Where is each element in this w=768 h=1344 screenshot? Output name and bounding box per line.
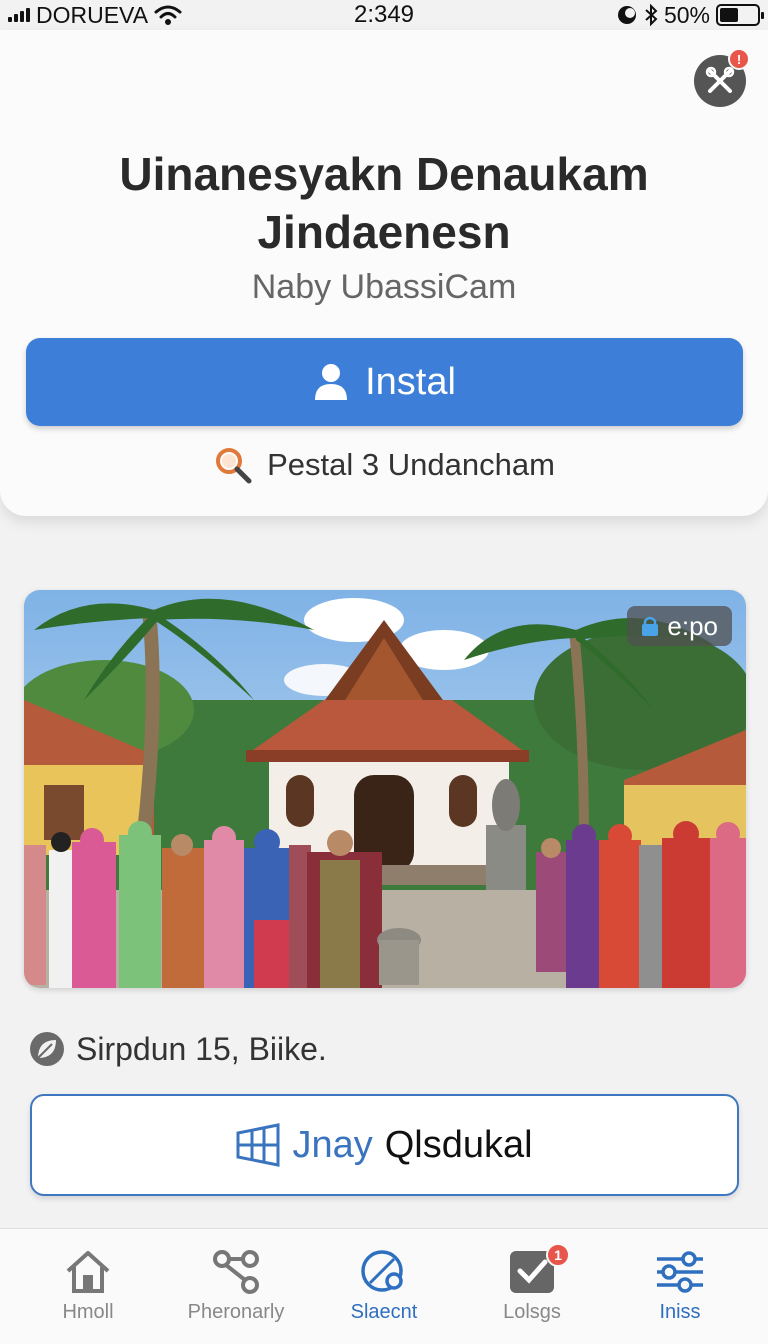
carrier-name: DORUEVA xyxy=(36,1,149,28)
app-header-card: ! Uinanesyakn Denaukam Jindaenesn Naby U… xyxy=(0,30,768,516)
search-row[interactable]: Pestal 3 Undancham xyxy=(40,442,728,488)
meta-text: Sirpdun 15, Biike. xyxy=(76,1030,327,1067)
signal-icon xyxy=(8,8,30,22)
notification-badge: ! xyxy=(728,48,750,70)
compass-search-icon xyxy=(361,1250,403,1292)
tab-bar: Hmoll Pheronarly Slaecnt 1 Lolsgs Iniss xyxy=(0,1228,768,1344)
leaf-icon xyxy=(30,1032,64,1066)
tab-label: Hmoll xyxy=(62,1301,114,1323)
tab-badge: 1 xyxy=(546,1243,570,1267)
tab-label: Pheronarly xyxy=(187,1301,285,1323)
status-right: 50% xyxy=(616,1,764,29)
tab-label: Slaecnt xyxy=(350,1301,418,1323)
app-developer[interactable]: Naby UbassiCam xyxy=(40,268,728,307)
home-icon xyxy=(66,1251,110,1293)
lock-icon xyxy=(642,616,659,636)
tab-search[interactable]: Slaecnt xyxy=(318,1229,450,1344)
focus-mode-icon xyxy=(617,6,636,24)
tab-settings[interactable]: Iniss xyxy=(614,1229,746,1344)
open-label-secondary: Qlsdukal xyxy=(384,1123,533,1166)
search-icon xyxy=(216,448,252,484)
user-icon xyxy=(315,364,348,400)
search-text: Pestal 3 Undancham xyxy=(267,447,555,482)
tab-home[interactable]: Hmoll xyxy=(22,1229,154,1344)
village-scene-illustration xyxy=(24,590,746,988)
battery-fill xyxy=(720,8,738,22)
meta-row: Sirpdun 15, Biike. xyxy=(28,1028,327,1070)
battery-percent: 50% xyxy=(663,1,710,28)
app-screenshot-image[interactable]: e:po xyxy=(24,590,746,988)
status-left: DORUEVA xyxy=(8,2,182,29)
open-label-primary: Jnay xyxy=(292,1123,373,1166)
bluetooth-icon xyxy=(645,4,658,26)
tab-updates[interactable]: 1 Lolsgs xyxy=(466,1229,598,1344)
tab-label: Iniss xyxy=(659,1301,701,1323)
install-button[interactable]: Instal xyxy=(26,338,743,426)
sliders-icon xyxy=(657,1251,703,1293)
photo-badge-text: e:po xyxy=(667,610,718,641)
photo-badge: e:po xyxy=(627,606,732,646)
tab-personality[interactable]: Pheronarly xyxy=(170,1229,302,1344)
battery-icon xyxy=(716,4,764,26)
windows-icon xyxy=(236,1123,280,1167)
wifi-icon xyxy=(154,5,182,25)
open-button[interactable]: Jnay Qlsdukal xyxy=(30,1094,739,1196)
app-title: Uinanesyakn Denaukam Jindaenesn xyxy=(119,148,649,258)
flow-icon xyxy=(213,1250,259,1294)
install-label: Instal xyxy=(365,360,456,403)
tab-label: Lolsgs xyxy=(503,1301,561,1323)
status-bar: DORUEVA 2:349 50% xyxy=(0,0,768,30)
tools-icon xyxy=(705,66,735,93)
